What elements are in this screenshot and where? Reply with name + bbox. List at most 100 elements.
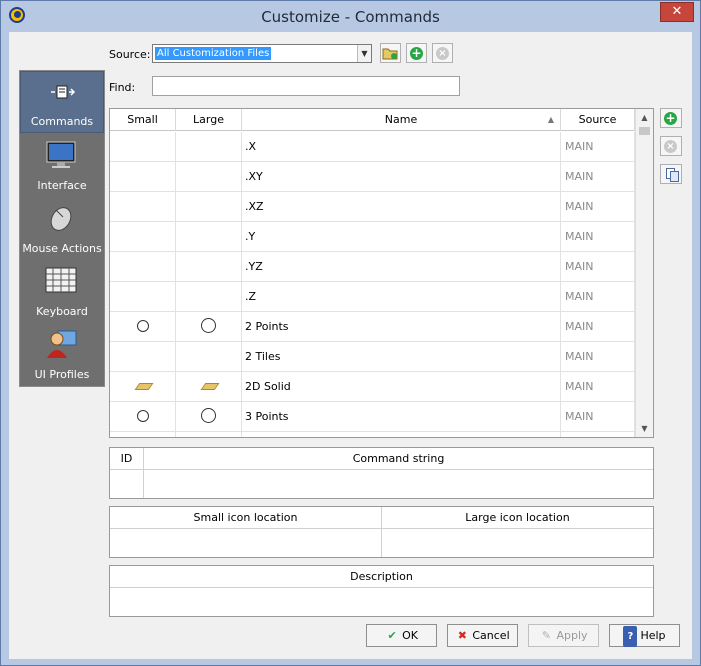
command-source: MAIN (561, 252, 635, 282)
cancel-button[interactable]: ✖ Cancel (447, 624, 518, 647)
nav-item-commands[interactable]: Commands (20, 71, 104, 133)
small-icon-cell (110, 342, 176, 372)
folder-open-icon (382, 48, 398, 60)
ok-label: OK (402, 629, 418, 642)
plus-icon: + (664, 111, 677, 125)
nav-item-mouse-actions[interactable]: Mouse Actions (20, 197, 104, 259)
large-icon-cell (176, 342, 242, 372)
remove-file-button[interactable]: × (432, 43, 453, 63)
table-row[interactable]: 2 Points MAIN (110, 312, 635, 342)
table-row[interactable] (110, 432, 635, 437)
copy-icon (666, 168, 679, 182)
column-header-name-label: Name (384, 113, 418, 126)
large-icon-cell (176, 222, 242, 252)
small-icon-location-header: Small icon location (110, 507, 381, 529)
help-question-icon: ? (623, 626, 638, 647)
nav-label: Keyboard (36, 305, 88, 318)
large-icon-cell (176, 282, 242, 312)
add-command-button[interactable]: + (660, 108, 682, 128)
dialog-body: Commands Interface Mouse Actions Keyboar… (9, 32, 692, 659)
nav-item-keyboard[interactable]: Keyboard (20, 260, 104, 322)
nav-label: Commands (30, 115, 94, 128)
small-icon-cell (110, 132, 176, 162)
delete-command-button[interactable]: × (660, 136, 682, 156)
cancel-x-icon: ✖ (457, 629, 467, 642)
small-icon-cell (110, 402, 176, 432)
nav-label: UI Profiles (34, 368, 90, 381)
apply-label: Apply (556, 629, 588, 642)
table-row[interactable]: .XY MAIN (110, 162, 635, 192)
command-name: 2 Tiles (242, 342, 561, 372)
description-panel: Description (109, 565, 654, 617)
ok-button[interactable]: ✔ OK (366, 624, 437, 647)
commands-table: Small Large Name ▲ Source .X MAIN .XY MA… (109, 108, 654, 438)
chevron-down-icon[interactable]: ▼ (357, 45, 371, 62)
table-row[interactable]: 2 Tiles MAIN (110, 342, 635, 372)
command-string-panel: ID Command string (109, 447, 654, 499)
description-header: Description (110, 566, 653, 588)
command-name: .Y (242, 222, 561, 252)
circle-2points-icon (137, 320, 149, 332)
table-row[interactable]: .Y MAIN (110, 222, 635, 252)
open-file-button[interactable] (380, 43, 401, 63)
scrollbar-thumb[interactable] (639, 127, 650, 135)
small-icon-cell (110, 252, 176, 282)
command-name: .XZ (242, 192, 561, 222)
large-icon-location-header: Large icon location (382, 507, 653, 529)
large-icon-cell (176, 432, 242, 437)
circle-3points-icon (137, 410, 149, 422)
column-header-source[interactable]: Source (561, 109, 635, 131)
table-row[interactable]: .X MAIN (110, 132, 635, 162)
column-header-large[interactable]: Large (176, 109, 242, 131)
customize-window: Customize - Commands ✕ Commands Interfac… (0, 0, 701, 666)
nav-item-interface[interactable]: Interface (20, 134, 104, 196)
table-scrollbar[interactable]: ▲ ▼ (635, 109, 653, 437)
keyboard-icon (45, 267, 77, 293)
command-name: .X (242, 132, 561, 162)
column-header-name[interactable]: Name ▲ (242, 109, 561, 131)
nav-item-ui-profiles[interactable]: UI Profiles (20, 323, 104, 385)
category-nav: Commands Interface Mouse Actions Keyboar… (19, 70, 105, 387)
circle-2points-icon (201, 318, 216, 333)
remove-icon: × (664, 140, 677, 153)
help-button[interactable]: ? Help (609, 624, 680, 647)
scroll-up-arrow-icon[interactable]: ▲ (636, 109, 653, 126)
nav-label: Mouse Actions (22, 242, 102, 255)
close-button[interactable]: ✕ (660, 2, 694, 22)
command-source: MAIN (561, 162, 635, 192)
large-icon-cell (176, 312, 242, 342)
plus-icon: + (410, 46, 423, 60)
checkmark-icon: ✔ (387, 629, 397, 642)
command-source: MAIN (561, 402, 635, 432)
small-icon-cell (110, 282, 176, 312)
command-source: MAIN (561, 132, 635, 162)
table-row[interactable]: .Z MAIN (110, 282, 635, 312)
find-input[interactable] (152, 76, 460, 96)
command-name: 2D Solid (242, 372, 561, 402)
command-source: MAIN (561, 222, 635, 252)
copy-command-button[interactable] (660, 164, 682, 184)
scroll-down-arrow-icon[interactable]: ▼ (636, 420, 653, 437)
large-icon-cell (176, 372, 242, 402)
command-source: MAIN (561, 282, 635, 312)
small-icon-cell (110, 432, 176, 437)
table-row[interactable]: 2D Solid MAIN (110, 372, 635, 402)
command-string-header: Command string (144, 448, 653, 470)
column-header-small[interactable]: Small (110, 109, 176, 131)
command-name: .Z (242, 282, 561, 312)
2d-solid-icon (134, 383, 154, 390)
remove-icon: × (436, 47, 449, 60)
source-dropdown[interactable]: All Customization Files ▼ (152, 44, 372, 63)
table-header: Small Large Name ▲ Source (110, 109, 635, 131)
id-header: ID (110, 448, 143, 470)
command-name: 2 Points (242, 312, 561, 342)
large-icon-cell (176, 402, 242, 432)
cancel-label: Cancel (472, 629, 510, 642)
apply-button[interactable]: ✎ Apply (528, 624, 599, 647)
table-row[interactable]: .XZ MAIN (110, 192, 635, 222)
2d-solid-icon (200, 383, 220, 390)
table-row[interactable]: 3 Points MAIN (110, 402, 635, 432)
small-icon-cell (110, 312, 176, 342)
table-row[interactable]: .YZ MAIN (110, 252, 635, 282)
add-file-button[interactable]: + (406, 43, 427, 63)
